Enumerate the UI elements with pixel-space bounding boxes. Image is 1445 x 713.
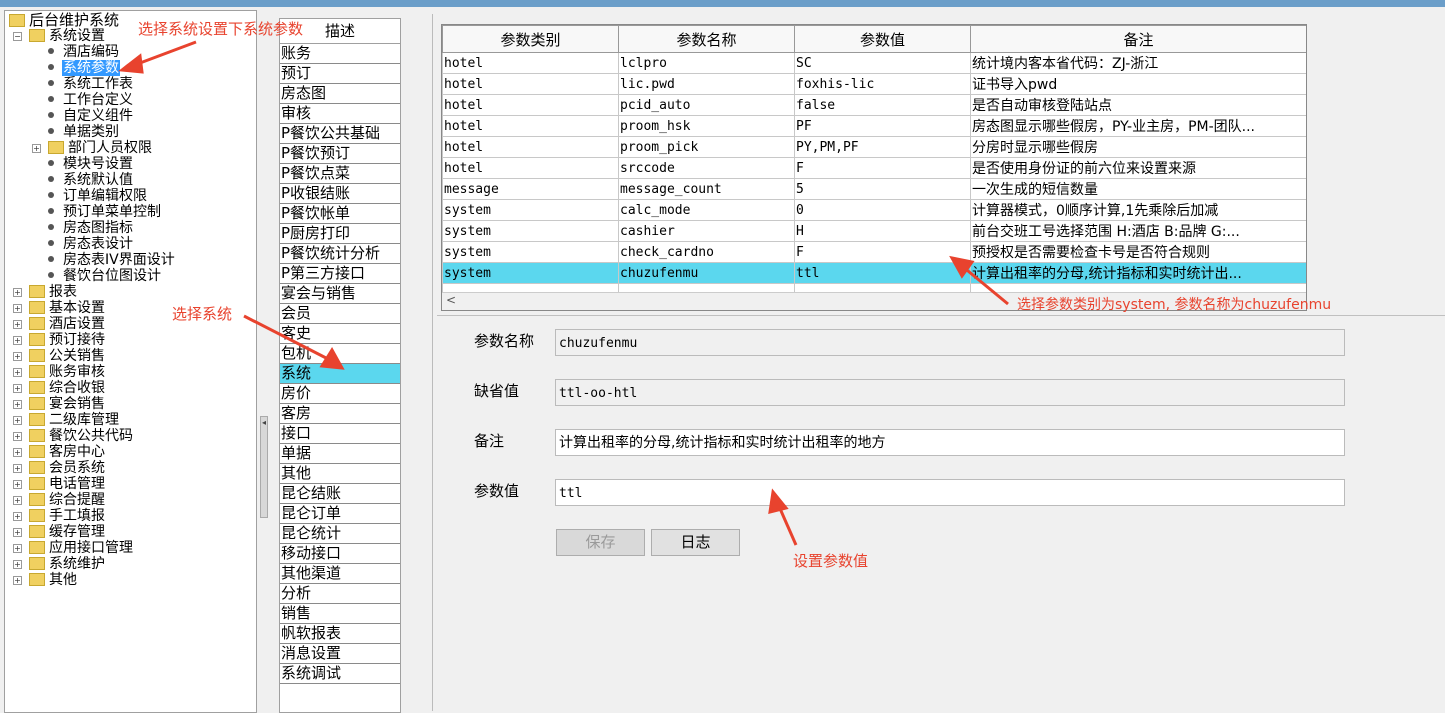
arrow-3	[961, 264, 1009, 306]
annotation-arrows	[118, 40, 1009, 546]
arrow-2-head	[319, 347, 345, 370]
arrow-2	[243, 314, 331, 362]
arrow-1-head	[118, 53, 144, 74]
arrow-4-head	[768, 488, 789, 515]
